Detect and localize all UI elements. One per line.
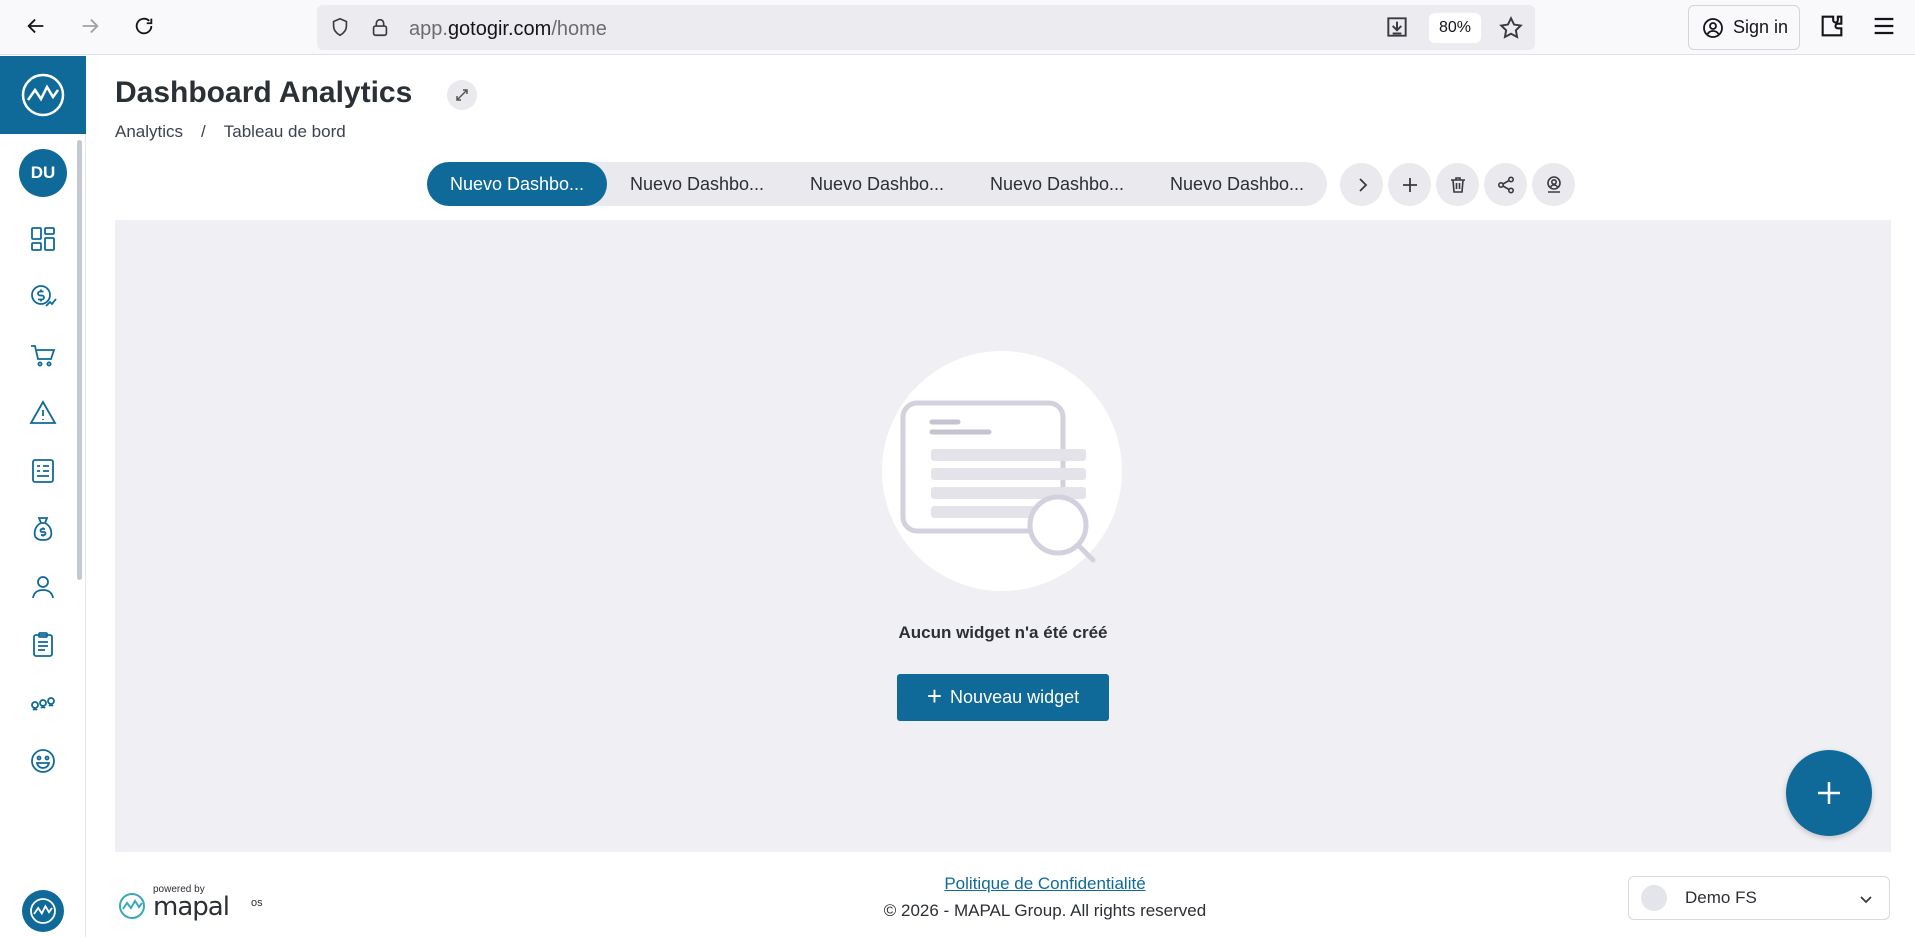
money-bag-icon xyxy=(33,517,53,541)
reload-icon xyxy=(135,17,153,35)
user-icon xyxy=(32,576,54,599)
plus-icon: + xyxy=(926,681,943,711)
dashboard-canvas: Aucun widget n'a été créé + Nouveau widg… xyxy=(115,220,1891,852)
tab-dashboard-4[interactable]: Nuevo Dashbo... xyxy=(967,162,1147,206)
expand-icon xyxy=(456,89,468,101)
sidebar-item-feedback[interactable] xyxy=(26,744,60,778)
venue-name: Demo FS xyxy=(1685,888,1757,907)
back-arrow-icon xyxy=(27,18,44,34)
browser-toolbar: app.gotogir.com/home 80% Sign in xyxy=(0,0,1915,55)
empty-state-message: Aucun widget n'a été créé xyxy=(898,623,1108,642)
app-logo[interactable] xyxy=(0,56,86,134)
tab-dashboard-2[interactable]: Nuevo Dashbo... xyxy=(607,162,787,206)
avatar[interactable]: DU xyxy=(19,149,67,197)
venue-selector[interactable]: Demo FS xyxy=(1628,876,1890,920)
report-icon xyxy=(32,459,54,483)
share-dashboard-button[interactable] xyxy=(1484,163,1527,206)
new-widget-label: Nouveau widget xyxy=(950,687,1080,707)
chevron-right-icon xyxy=(1358,177,1367,192)
forward-button[interactable] xyxy=(72,8,108,44)
breadcrumb-separator: / xyxy=(201,122,206,141)
venue-image xyxy=(1641,885,1667,911)
sidebar-item-finance[interactable] xyxy=(26,512,60,546)
sidebar-item-tasks[interactable] xyxy=(26,628,60,662)
connections-icon xyxy=(31,697,55,711)
user-pin-icon xyxy=(1546,175,1561,193)
dashboard-icon xyxy=(31,227,55,251)
share-icon xyxy=(1497,175,1514,194)
sidebar-item-reports[interactable] xyxy=(26,454,60,488)
sidebar-item-dashboard[interactable] xyxy=(26,222,60,256)
sidebar: DU xyxy=(0,56,86,937)
tab-dashboard-1[interactable]: Nuevo Dashbo... xyxy=(427,162,607,206)
smiley-icon xyxy=(31,749,55,773)
account-icon xyxy=(1703,17,1723,38)
dashboard-tabs: Nuevo Dashbo... Nuevo Dashbo... Nuevo Da… xyxy=(427,162,1327,206)
trash-icon xyxy=(1450,176,1465,193)
menu-icon[interactable] xyxy=(1870,12,1898,40)
delete-dashboard-button[interactable] xyxy=(1436,163,1479,206)
breadcrumb-item: Tableau de bord xyxy=(223,122,346,141)
sign-in-label: Sign in xyxy=(1733,17,1789,37)
sidebar-item-integrations[interactable] xyxy=(26,686,60,720)
alert-icon xyxy=(29,400,57,424)
lock-icon[interactable] xyxy=(369,16,391,38)
tab-dashboard-3[interactable]: Nuevo Dashbo... xyxy=(787,162,967,206)
sidebar-item-orders[interactable] xyxy=(26,338,60,372)
extensions-icon[interactable] xyxy=(1818,12,1846,40)
reload-button[interactable] xyxy=(126,8,162,44)
dashboard-permissions-button[interactable] xyxy=(1532,163,1575,206)
sidebar-item-sales[interactable] xyxy=(26,280,60,314)
next-tabs-button[interactable] xyxy=(1340,163,1383,206)
sales-icon xyxy=(31,285,57,307)
tab-dashboard-5[interactable]: Nuevo Dashbo... xyxy=(1147,162,1327,206)
cart-icon xyxy=(31,345,56,367)
star-icon[interactable] xyxy=(1498,15,1524,41)
plus-icon xyxy=(1402,177,1417,192)
add-dashboard-button[interactable] xyxy=(1388,163,1431,206)
floating-add-button[interactable] xyxy=(1786,750,1872,836)
expand-button[interactable] xyxy=(447,80,477,110)
chevron-down-icon xyxy=(1860,896,1872,904)
page-title: Dashboard Analytics xyxy=(115,76,413,109)
back-button[interactable] xyxy=(18,8,54,44)
address-bar[interactable]: app.gotogir.com/home 80% xyxy=(317,5,1535,50)
breadcrumb: Analytics / Tableau de bord xyxy=(115,122,346,142)
shield-icon[interactable] xyxy=(329,16,351,38)
breadcrumb-item[interactable]: Analytics xyxy=(115,122,183,142)
url-text[interactable]: app.gotogir.com/home xyxy=(409,18,607,41)
forward-arrow-icon xyxy=(82,18,99,34)
empty-state-illustration xyxy=(882,351,1122,591)
clipboard-icon xyxy=(33,632,53,657)
zoom-level[interactable]: 80% xyxy=(1429,13,1481,43)
sidebar-item-users[interactable] xyxy=(26,570,60,604)
download-icon[interactable] xyxy=(1384,14,1410,40)
empty-document-search-icon xyxy=(900,400,1096,563)
sign-in-button[interactable]: Sign in xyxy=(1688,5,1800,50)
plus-icon xyxy=(1818,782,1840,804)
mapal-logo-icon xyxy=(21,73,65,117)
sidebar-scrollbar[interactable] xyxy=(77,140,82,580)
new-widget-button[interactable]: + Nouveau widget xyxy=(897,674,1109,721)
sidebar-item-alerts[interactable] xyxy=(26,396,60,430)
